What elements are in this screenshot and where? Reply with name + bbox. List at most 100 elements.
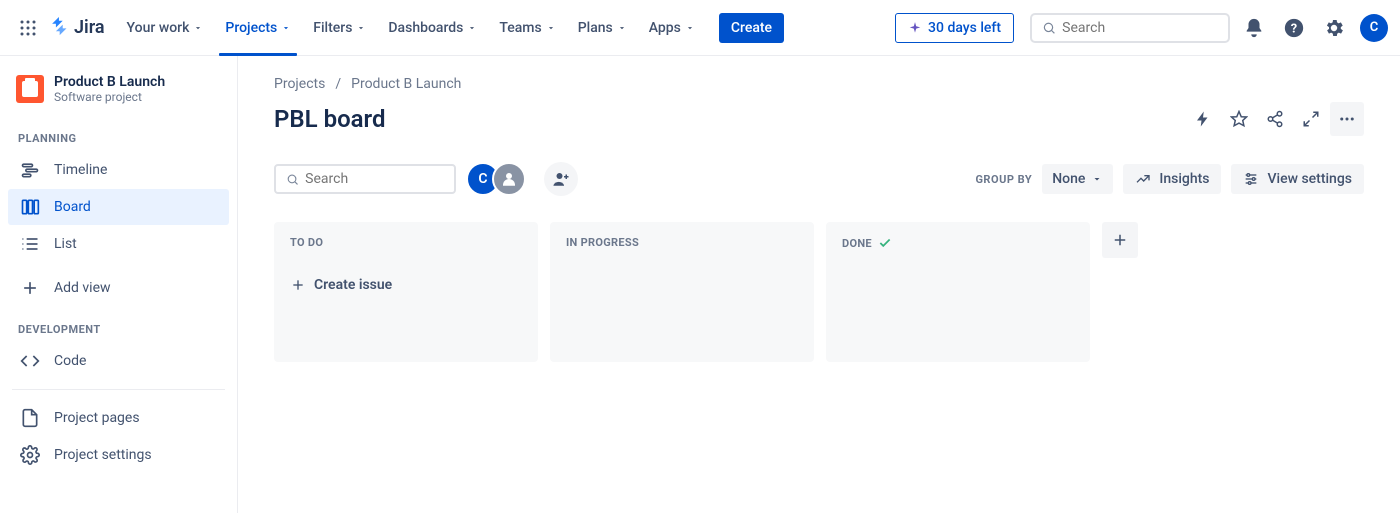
sliders-icon: [1243, 171, 1259, 187]
nav-items: Your work Projects Filters Dashboards Te…: [117, 13, 785, 43]
add-column-button[interactable]: [1102, 222, 1138, 258]
share-icon[interactable]: [1258, 102, 1292, 136]
add-person-button[interactable]: [544, 162, 578, 196]
user-avatar[interactable]: C: [1360, 14, 1388, 42]
breadcrumb-separator: /: [335, 76, 341, 92]
sidebar-item-list[interactable]: List: [8, 226, 229, 262]
create-issue-label: Create issue: [314, 277, 392, 293]
more-icon[interactable]: [1330, 102, 1364, 136]
chevron-down-icon: [546, 23, 556, 33]
page-icon: [20, 408, 40, 428]
project-icon: [16, 75, 44, 103]
create-issue-button[interactable]: Create issue: [284, 269, 528, 301]
board-icon: [20, 197, 40, 217]
group-by-value: None: [1052, 171, 1085, 187]
view-settings-button[interactable]: View settings: [1231, 164, 1364, 194]
chevron-down-icon: [281, 23, 291, 33]
jira-logo-icon: [48, 17, 70, 39]
sidebar-divider: [12, 389, 225, 390]
check-icon: [878, 236, 892, 250]
title-actions: [1186, 102, 1364, 136]
view-settings-label: View settings: [1267, 171, 1352, 187]
plus-icon: [290, 277, 306, 293]
app-switcher-icon[interactable]: [12, 12, 44, 44]
search-icon: [286, 172, 299, 187]
column-header[interactable]: IN PROGRESS: [560, 236, 804, 249]
code-icon: [20, 351, 40, 371]
board-search[interactable]: [274, 164, 456, 194]
insights-label: Insights: [1159, 171, 1209, 187]
board-columns: TO DO Create issue IN PROGRESS DONE: [274, 222, 1364, 362]
column-title: IN PROGRESS: [566, 236, 639, 249]
insights-button[interactable]: Insights: [1123, 164, 1221, 194]
chevron-down-icon: [1091, 173, 1103, 185]
nav-your-work[interactable]: Your work: [117, 14, 214, 42]
nav-projects[interactable]: Projects: [215, 14, 301, 42]
breadcrumb-current[interactable]: Product B Launch: [351, 76, 461, 92]
breadcrumb: Projects / Product B Launch: [274, 76, 1364, 92]
sidebar: Product B Launch Software project PLANNI…: [0, 56, 238, 513]
sidebar-item-code[interactable]: Code: [8, 343, 229, 379]
help-icon[interactable]: ?: [1278, 12, 1310, 44]
sidebar-item-add-view[interactable]: Add view: [8, 270, 229, 306]
planning-section-label: PLANNING: [8, 116, 229, 151]
global-search[interactable]: [1030, 13, 1230, 43]
nav-label: Filters: [313, 20, 352, 36]
sidebar-item-label: Project pages: [54, 410, 140, 426]
nav-teams[interactable]: Teams: [489, 14, 565, 42]
settings-icon[interactable]: [1318, 12, 1350, 44]
trial-label: 30 days left: [928, 20, 1001, 36]
star-icon[interactable]: [1222, 102, 1256, 136]
sidebar-item-project-settings[interactable]: Project settings: [8, 437, 229, 473]
column-header[interactable]: DONE: [836, 236, 1080, 250]
svg-text:?: ?: [1291, 21, 1297, 36]
gear-icon: [20, 445, 40, 465]
chart-icon: [1135, 171, 1151, 187]
fullscreen-icon[interactable]: [1294, 102, 1328, 136]
board-controls: C GROUP BY None Insights View settings: [274, 162, 1364, 196]
timeline-icon: [20, 160, 40, 180]
jira-logo[interactable]: Jira: [48, 17, 105, 39]
main-content: Projects / Product B Launch PBL board C: [238, 56, 1400, 513]
sidebar-item-board[interactable]: Board: [8, 189, 229, 225]
sidebar-item-label: Project settings: [54, 447, 152, 463]
column-in-progress: IN PROGRESS: [550, 222, 814, 362]
chevron-down-icon: [467, 23, 477, 33]
chevron-down-icon: [685, 23, 695, 33]
column-done: DONE: [826, 222, 1090, 362]
sidebar-item-label: Code: [54, 353, 86, 369]
top-nav: Jira Your work Projects Filters Dashboar…: [0, 0, 1400, 56]
unassigned-avatar[interactable]: [492, 162, 526, 196]
breadcrumb-projects[interactable]: Projects: [274, 76, 325, 92]
list-icon: [20, 234, 40, 254]
board-search-input[interactable]: [305, 171, 444, 187]
column-title: DONE: [842, 237, 872, 250]
chevron-down-icon: [193, 23, 203, 33]
sidebar-item-label: Add view: [54, 280, 111, 296]
project-type: Software project: [54, 90, 165, 104]
logo-text: Jira: [74, 17, 105, 38]
nav-filters[interactable]: Filters: [303, 14, 376, 42]
notifications-icon[interactable]: [1238, 12, 1270, 44]
avatar-stack: C: [466, 162, 526, 196]
sidebar-item-project-pages[interactable]: Project pages: [8, 400, 229, 436]
nav-apps[interactable]: Apps: [639, 14, 705, 42]
nav-plans[interactable]: Plans: [568, 14, 637, 42]
plus-icon: [20, 278, 40, 298]
plus-icon: [1111, 231, 1129, 249]
group-by-label: GROUP BY: [975, 173, 1032, 186]
nav-label: Apps: [649, 20, 681, 36]
nav-label: Dashboards: [388, 20, 463, 36]
automation-icon[interactable]: [1186, 102, 1220, 136]
add-person-icon: [552, 170, 570, 188]
project-header[interactable]: Product B Launch Software project: [8, 74, 229, 116]
nav-dashboards[interactable]: Dashboards: [378, 14, 487, 42]
development-section-label: DEVELOPMENT: [8, 307, 229, 342]
sidebar-item-timeline[interactable]: Timeline: [8, 152, 229, 188]
column-header[interactable]: TO DO: [284, 236, 528, 249]
search-icon: [1042, 20, 1056, 36]
search-input[interactable]: [1062, 20, 1218, 36]
create-button[interactable]: Create: [719, 13, 784, 43]
group-by-dropdown[interactable]: None: [1042, 164, 1113, 194]
trial-days-button[interactable]: 30 days left: [895, 13, 1014, 43]
